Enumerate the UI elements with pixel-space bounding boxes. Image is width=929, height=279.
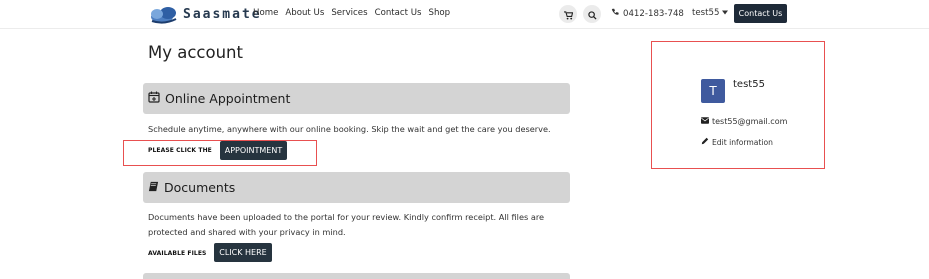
edit-information-label: Edit information [712, 137, 773, 147]
envelope-icon [701, 117, 709, 126]
search-icon [587, 5, 597, 24]
appointment-heading: Online Appointment [165, 91, 291, 106]
edit-information-link[interactable]: Edit information [701, 137, 773, 147]
profile-card [651, 41, 825, 169]
user-dropdown[interactable]: test55 [692, 8, 729, 18]
page-title: My account [148, 43, 243, 62]
documents-label: AVAILABLE FILES [148, 250, 207, 257]
appointment-description: Schedule anytime, anywhere with our onli… [148, 124, 551, 134]
profile-email: test55@gmail.com [701, 117, 787, 126]
contact-us-button[interactable]: Contact Us [734, 4, 787, 23]
brand-logo[interactable]: Saasmate [148, 2, 262, 26]
top-navbar: Saasmate Home About Us Services Contact … [0, 0, 929, 29]
main-nav: Home About Us Services Contact Us Shop [253, 8, 450, 18]
cart-button[interactable] [559, 5, 577, 23]
phone-contact[interactable]: 0412-183-748 [611, 8, 684, 19]
cloud-logo-icon [148, 3, 180, 25]
search-button[interactable] [583, 5, 601, 23]
nav-shop[interactable]: Shop [429, 8, 451, 18]
nav-services[interactable]: Services [331, 8, 367, 18]
documents-section-header: Documents [143, 172, 570, 203]
nav-about-us[interactable]: About Us [285, 8, 324, 18]
phone-icon [611, 8, 619, 19]
documents-description: Documents have been uploaded to the port… [148, 212, 545, 237]
phone-number: 0412-183-748 [623, 8, 684, 19]
nav-home[interactable]: Home [253, 8, 278, 18]
calendar-plus-icon [148, 91, 160, 106]
brand-name: Saasmate [183, 6, 262, 22]
book-icon [148, 180, 159, 195]
profile-name: test55 [733, 79, 765, 90]
appointment-button[interactable]: APPOINTMENT [220, 141, 287, 160]
avatar: T [701, 79, 725, 103]
documents-click-here-button[interactable]: CLICK HERE [214, 243, 272, 262]
caret-down-icon [722, 8, 729, 18]
appointment-label: PLEASE CLICK THE [148, 147, 212, 154]
pencil-icon [701, 137, 709, 147]
appointment-section-header: Online Appointment [143, 83, 570, 114]
profile-email-text: test55@gmail.com [712, 117, 788, 126]
cart-icon [563, 5, 573, 24]
nav-contact-us[interactable]: Contact Us [375, 8, 422, 18]
documents-heading: Documents [164, 180, 236, 195]
user-menu-label: test55 [692, 8, 720, 18]
next-section-header [143, 273, 570, 279]
